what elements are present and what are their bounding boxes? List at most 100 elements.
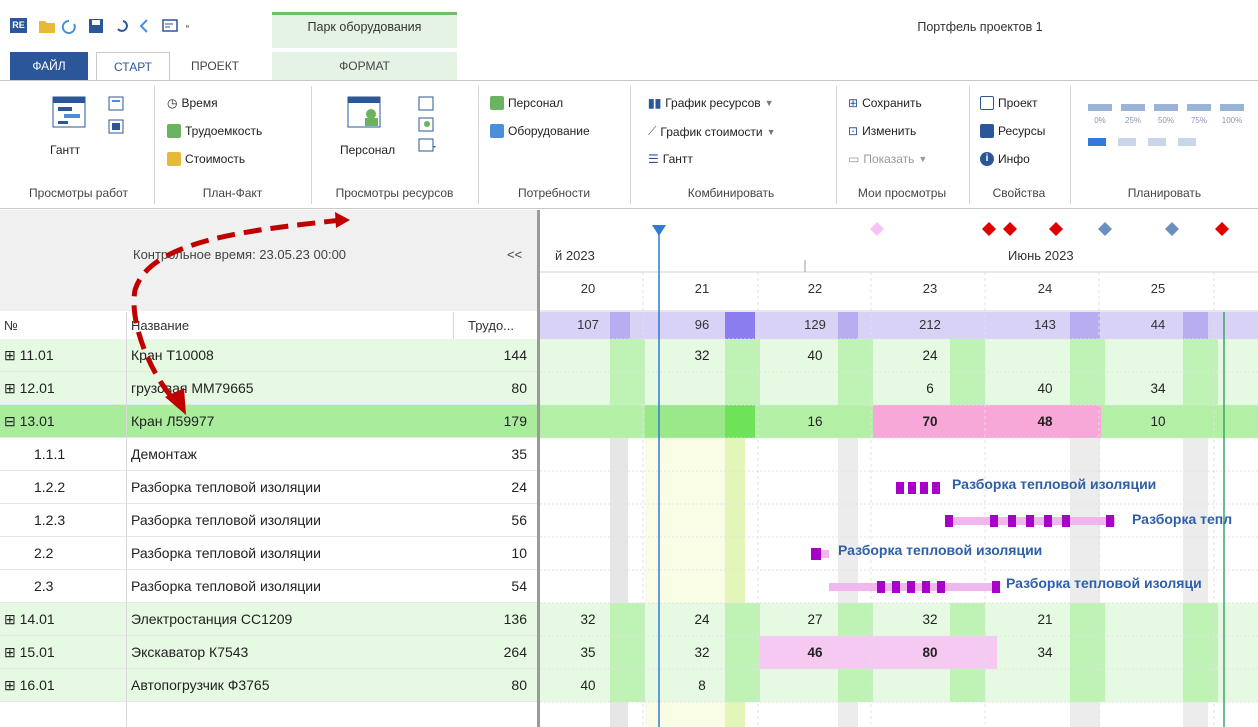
column-divider[interactable] xyxy=(126,312,127,727)
save-view-icon: ⊞ xyxy=(848,96,859,110)
timeline-prev-button[interactable]: << xyxy=(507,247,522,262)
percent-label: 50% xyxy=(1158,116,1174,125)
task-row[interactable]: 1.1.1 Демонтаж 35 xyxy=(0,438,537,471)
gantt-view-button[interactable]: Гантт xyxy=(50,143,80,157)
load-cell-bg xyxy=(1183,636,1218,669)
small-resource-icons[interactable] xyxy=(418,96,436,156)
row-name: Разборка тепловой изоляции xyxy=(131,545,321,561)
resource-row[interactable]: ⊞ 15.01 Экскаватор К7543 264 xyxy=(0,636,537,669)
resource-row[interactable]: ⊞ 12.01 грузовая ММ79665 80 xyxy=(0,372,537,405)
task-bar xyxy=(945,515,953,527)
tab-format[interactable]: ФОРМАТ xyxy=(272,52,457,80)
save-icon[interactable] xyxy=(89,19,103,33)
row-number: 1.2.2 xyxy=(34,479,66,495)
refresh-icon[interactable] xyxy=(61,19,76,34)
needs-equipment-button[interactable]: Оборудование xyxy=(490,124,590,138)
people-icon xyxy=(167,124,181,138)
gantt-view-icon[interactable] xyxy=(52,96,86,130)
gantt-chart[interactable]: й 2023 Июнь 2023 20 21 22 23 24 25 107 96 129 212… xyxy=(540,210,1258,727)
task-row[interactable]: 2.2 Разборка тепловой изоляции 10 xyxy=(0,537,537,570)
undo-icon[interactable] xyxy=(117,20,128,32)
plan-fact-labor-button[interactable]: Трудоемкость xyxy=(167,124,262,138)
task-row[interactable]: 2.3 Разборка тепловой изоляции 54 xyxy=(0,570,537,603)
save-view-button[interactable]: ⊞ Сохранить xyxy=(848,96,922,110)
cost-chart-dropdown[interactable]: ⟋ График стоимости ▼ xyxy=(648,124,776,139)
chevron-down-icon: ▼ xyxy=(764,98,774,108)
task-bar-label: Разборка тепл xyxy=(1132,511,1233,527)
small-view-icons[interactable] xyxy=(108,96,124,136)
column-header-trud[interactable]: Трудо... xyxy=(454,312,537,339)
resources-properties-button[interactable]: Ресурсы xyxy=(980,124,1045,138)
percent-bar-icon[interactable] xyxy=(1088,104,1112,111)
task-bar xyxy=(1044,515,1052,527)
percent-bar-icon[interactable] xyxy=(1154,104,1178,111)
split-more-icon[interactable] xyxy=(1178,138,1196,146)
load-value: 70 xyxy=(922,414,938,429)
load-value: 16 xyxy=(807,414,823,429)
link-icon[interactable] xyxy=(1088,138,1106,146)
row-name: Электростанция СС1209 xyxy=(131,611,293,627)
percent-bar-icon[interactable] xyxy=(1121,104,1145,111)
change-view-button[interactable]: ⊡ Изменить xyxy=(848,124,916,138)
resources-icon xyxy=(980,124,994,138)
load-cell-bg xyxy=(725,372,760,405)
project-properties-button[interactable]: Проект xyxy=(980,96,1038,110)
app-logo-icon[interactable]: RE xyxy=(10,18,27,33)
task-bar-label: Разборка тепловой изоляци xyxy=(1006,575,1202,591)
task-bar xyxy=(990,515,998,527)
resource-row-bg xyxy=(540,669,1258,702)
tab-start[interactable]: СТАРТ xyxy=(96,52,170,82)
load-cell-bg xyxy=(1183,603,1218,636)
resource-chart-dropdown[interactable]: ▮▮ График ресурсов ▼ xyxy=(648,96,774,110)
open-folder-icon[interactable] xyxy=(39,21,55,33)
tab-project[interactable]: ПРОЕКТ xyxy=(180,52,250,80)
timeline-day: 23 xyxy=(922,281,938,296)
combine-gantt-button[interactable]: ☰ Гантт xyxy=(648,152,693,166)
percent-bar-icon[interactable] xyxy=(1220,104,1244,111)
column-divider[interactable] xyxy=(453,312,454,339)
line-chart-icon: ⟋ xyxy=(648,124,657,138)
row-name: Демонтаж xyxy=(131,446,197,462)
split-icon[interactable] xyxy=(1118,138,1136,146)
row-number: 1.2.3 xyxy=(34,512,66,528)
load-value: 40 xyxy=(580,678,596,693)
resource-row[interactable]: ⊞ 16.01 Автопогрузчик Ф3765 80 xyxy=(0,669,537,702)
timeline-month-current: Июнь 2023 xyxy=(1008,248,1074,263)
daily-total: 44 xyxy=(1150,317,1166,332)
load-cell-bg xyxy=(950,669,985,702)
view-icon[interactable] xyxy=(162,19,178,32)
load-value: 34 xyxy=(1150,381,1166,396)
load-value: 27 xyxy=(807,612,823,627)
tab-file[interactable]: ФАЙЛ xyxy=(10,52,88,81)
task-bar xyxy=(992,581,1000,593)
more-icon[interactable]: ⁍ xyxy=(185,22,190,33)
plan-percent-buttons[interactable]: 0% 25% 50% 75% 100% xyxy=(1088,100,1258,160)
task-bar xyxy=(908,482,916,494)
task-row[interactable]: 1.2.3 Разборка тепловой изоляции 56 xyxy=(0,504,537,537)
percent-bar-icon[interactable] xyxy=(1187,104,1211,111)
personnel-view-button[interactable]: Персонал xyxy=(340,143,395,157)
plan-fact-cost-button[interactable]: Стоимость xyxy=(167,152,245,166)
clock-icon: ◷ xyxy=(167,96,178,110)
show-view-dropdown[interactable]: ▭ Показать ▼ xyxy=(848,152,927,166)
load-value: 40 xyxy=(1037,381,1053,396)
resource-row[interactable]: ⊞ 11.01 Кран Т10008 144 xyxy=(0,339,537,372)
plan-fact-time-button[interactable]: ◷ Время xyxy=(167,96,218,110)
split-all-icon[interactable] xyxy=(1148,138,1166,146)
task-bar xyxy=(937,581,945,593)
load-value: 34 xyxy=(1037,645,1053,660)
column-header-name[interactable]: Название xyxy=(127,312,454,339)
row-trud: 56 xyxy=(511,512,527,528)
back-icon[interactable] xyxy=(139,19,148,33)
column-header-number[interactable]: № xyxy=(0,312,127,339)
info-button[interactable]: i Инфо xyxy=(980,152,1030,166)
task-row[interactable]: 1.2.2 Разборка тепловой изоляции 24 xyxy=(0,471,537,504)
resource-row[interactable]: ⊟ 13.01 Кран Л59977 179 xyxy=(0,405,537,438)
timeline-day: 20 xyxy=(580,281,596,296)
task-bar-label: Разборка тепловой изоляции xyxy=(838,542,1043,558)
needs-personnel-button[interactable]: Персонал xyxy=(490,96,563,110)
resource-row[interactable]: ⊞ 14.01 Электростанция СС1209 136 xyxy=(0,603,537,636)
coins-icon xyxy=(167,152,181,166)
personnel-view-icon[interactable] xyxy=(347,96,381,130)
group-label-my-views: Мои просмотры xyxy=(857,186,947,200)
